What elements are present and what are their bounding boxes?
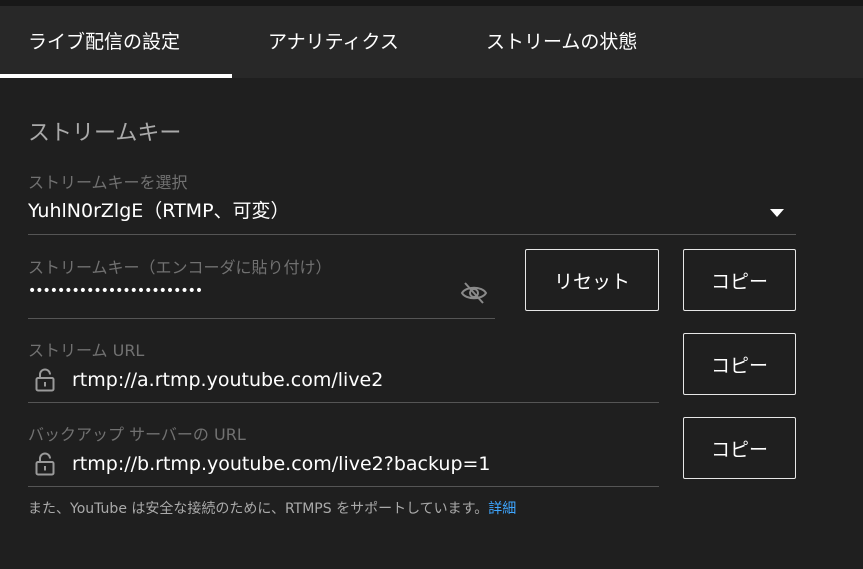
copy-stream-key-button[interactable]: コピー [683,249,796,311]
select-stream-key-label: ストリームキーを選択 [28,173,188,192]
learn-more-link[interactable]: 詳細 [488,501,516,517]
tab-stream-health[interactable]: ストリームの状態 [486,6,637,78]
stream-key-label: ストリームキー（エンコーダに貼り付け） [28,258,332,277]
copy-stream-url-button[interactable]: コピー [683,333,796,395]
stream-key-underline [28,318,495,319]
lock-icon [35,368,55,392]
reset-button[interactable]: リセット [525,249,659,311]
select-underline [28,234,796,235]
active-tab-indicator [0,74,232,78]
footnote-text: また、YouTube は安全な接続のために、RTMPS をサポートしています。 [28,501,489,517]
tab-analytics[interactable]: アナリティクス [268,6,399,78]
stream-key-field[interactable]: •••••••••••••••••••••••• [28,283,203,299]
lock-icon [35,452,55,476]
stream-key-select[interactable]: YuhlN0rZlgE（RTMP、可変） [28,196,290,223]
backup-url-underline [28,486,659,487]
backup-url-label: バックアップ サーバーの URL [28,425,246,444]
visibility-off-icon[interactable] [460,281,488,305]
stream-url-underline [28,402,659,403]
stream-url-label: ストリーム URL [28,341,145,360]
stream-url-field[interactable]: rtmp://a.rtmp.youtube.com/live2 [72,369,383,391]
rtmps-footnote: また、YouTube は安全な接続のために、RTMPS をサポートしています。詳… [28,498,516,518]
dropdown-arrow-icon[interactable] [770,209,784,217]
tab-live-settings[interactable]: ライブ配信の設定 [28,6,180,78]
tab-bar: ライブ配信の設定 アナリティクス ストリームの状態 [0,6,863,78]
section-title: ストリームキー [28,121,182,146]
backup-url-field[interactable]: rtmp://b.rtmp.youtube.com/live2?backup=1 [72,453,491,475]
copy-backup-url-button[interactable]: コピー [683,417,796,479]
